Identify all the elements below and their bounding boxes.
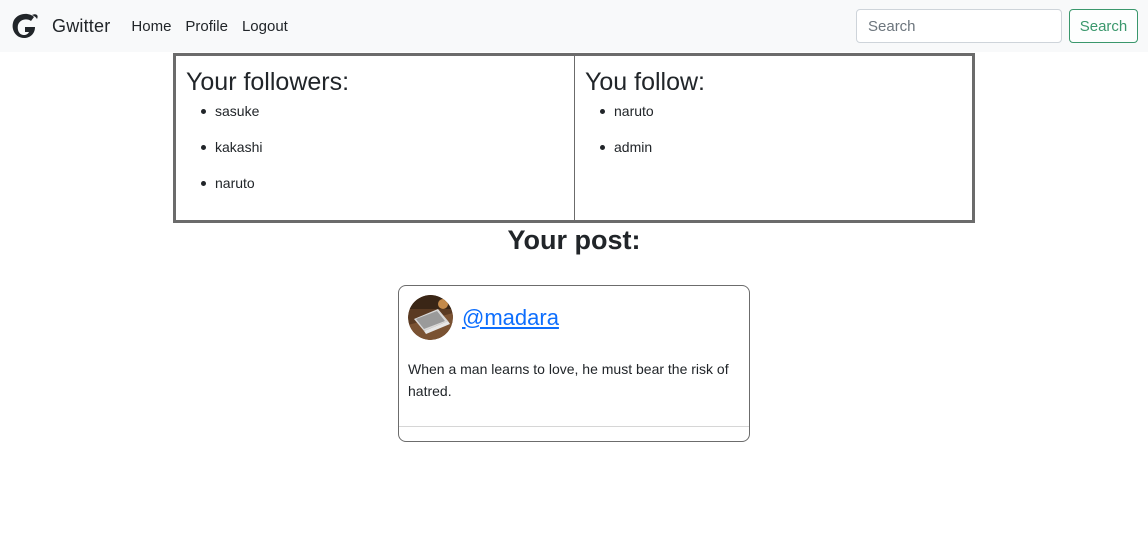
follower-item: naruto [186,173,574,209]
post-header: @madara [408,295,559,340]
followers-column: Your followers: sasuke kakashi naruto [176,56,574,220]
search-form: Search [856,9,1138,43]
navbar: Gwitter Home Profile Logout Search [0,0,1148,52]
follow-table: Your followers: sasuke kakashi naruto Yo… [173,53,975,223]
post-card: @madara When a man learns to love, he mu… [398,285,750,442]
followers-list: sasuke kakashi naruto [186,101,574,209]
search-button[interactable]: Search [1069,9,1138,43]
follower-item: kakashi [186,137,574,173]
nav-links: Home Profile Logout [131,18,301,35]
post-username-link[interactable]: @madara [462,305,559,331]
post-text: When a man learns to love, he must bear … [408,361,729,399]
post-footer-divider [399,426,749,427]
brand[interactable]: Gwitter [10,11,110,41]
following-item: admin [585,137,972,173]
nav-link-profile[interactable]: Profile [185,18,228,35]
brand-name: Gwitter [52,15,111,36]
gwitter-logo-icon [12,13,38,38]
follower-item: sasuke [186,101,574,137]
following-column: You follow: naruto admin [574,56,972,220]
followers-title: Your followers: [186,68,350,96]
nav-link-home[interactable]: Home [131,18,171,35]
following-title: You follow: [585,68,705,96]
following-list: naruto admin [585,101,972,173]
posts-heading: Your post: [507,225,641,255]
following-item: naruto [585,101,972,137]
search-input[interactable] [856,9,1062,43]
nav-link-logout[interactable]: Logout [242,18,288,35]
avatar[interactable] [408,295,453,340]
